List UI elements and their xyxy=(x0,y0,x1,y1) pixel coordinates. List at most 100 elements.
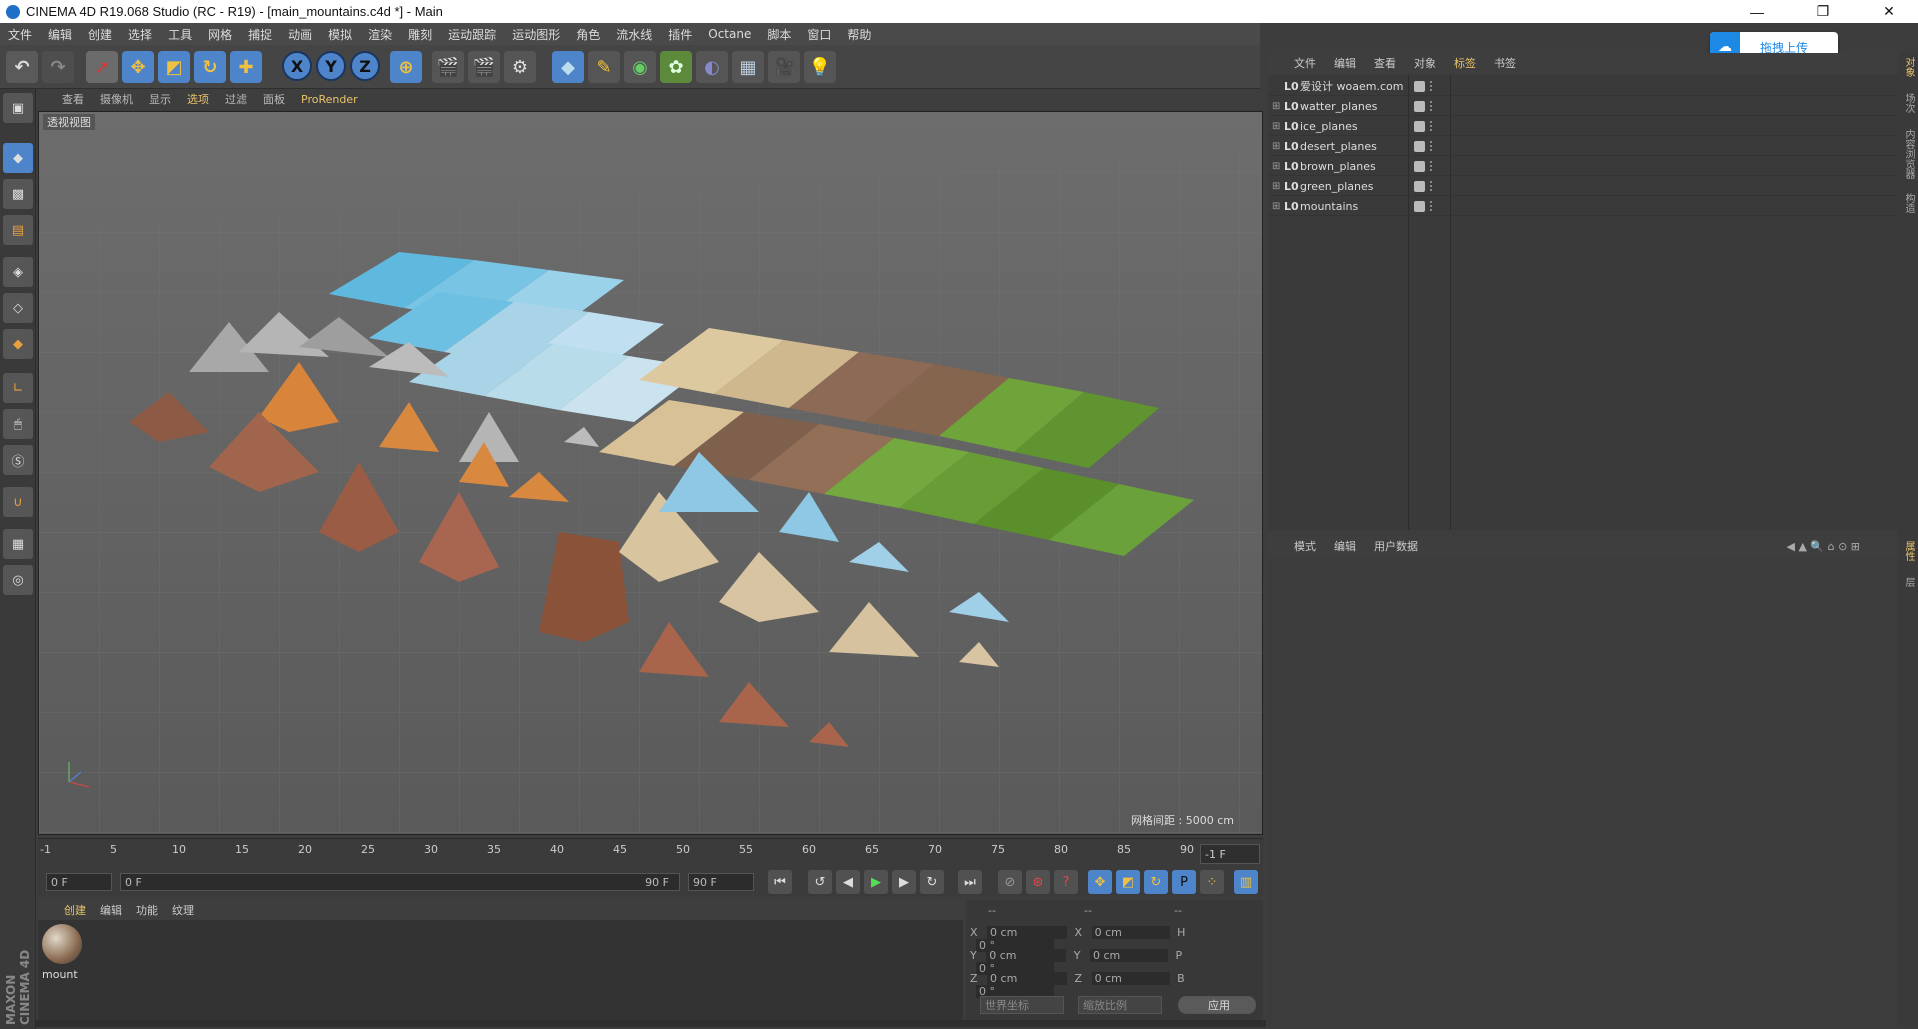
menu-script[interactable]: 脚本 xyxy=(767,26,791,43)
menu-snap[interactable]: 捕捉 xyxy=(248,26,272,43)
visibility-check-icon[interactable] xyxy=(1414,120,1425,132)
select-arrow-icon[interactable]: ➚ xyxy=(86,51,118,83)
z-axis-button[interactable]: Z xyxy=(350,51,380,81)
keyframe-selection-icon[interactable]: ? xyxy=(1054,870,1078,894)
visibility-check-icon[interactable] xyxy=(1414,160,1425,172)
object-row[interactable]: ⊞ L0 ice_planes xyxy=(1268,117,1898,136)
expand-icon[interactable]: ⊞ xyxy=(1272,181,1284,192)
object-row[interactable]: ⊞ L0 green_planes xyxy=(1268,177,1898,196)
close-button[interactable]: ✕ xyxy=(1866,0,1912,23)
vp-menu-cameras[interactable]: 摄像机 xyxy=(100,91,133,107)
pos-y-input[interactable]: 0 cm xyxy=(986,949,1067,962)
render-view-icon[interactable]: 🎬 xyxy=(432,51,464,83)
world-coords-dropdown[interactable]: 世界坐标 xyxy=(980,996,1064,1014)
make-editable-icon[interactable]: ▣ xyxy=(3,93,33,123)
floor-icon[interactable]: ▦ xyxy=(732,51,764,83)
planar-workplane-icon[interactable]: ◎ xyxy=(3,565,33,595)
key-scale-icon[interactable]: ◩ xyxy=(1116,870,1140,894)
polygons-mode-icon[interactable]: ◆ xyxy=(3,329,33,359)
tab-content-browser[interactable]: 内容浏览器 xyxy=(1900,129,1916,179)
x-axis-button[interactable]: X xyxy=(282,51,312,81)
subdivision-icon[interactable]: ◉ xyxy=(624,51,656,83)
object-row[interactable]: ⊞ L0 watter_planes xyxy=(1268,97,1898,116)
tweak-mode-icon[interactable]: 🖱 xyxy=(3,409,33,439)
mat-menu-edit[interactable]: 编辑 xyxy=(100,902,122,918)
timeline-ruler[interactable]: -1 5 10 15 20 25 30 35 40 45 50 55 60 65… xyxy=(38,838,1263,868)
camera-icon[interactable]: 🎥 xyxy=(768,51,800,83)
cloner-icon[interactable]: ✿ xyxy=(660,51,692,83)
rotate-icon[interactable]: ↻ xyxy=(194,51,226,83)
attr-menu-edit[interactable]: 编辑 xyxy=(1334,538,1356,554)
vp-menu-prorender[interactable]: ProRender xyxy=(301,93,358,106)
menu-tools[interactable]: 工具 xyxy=(168,26,192,43)
deformer-icon[interactable]: ◐ xyxy=(696,51,728,83)
visibility-check-icon[interactable] xyxy=(1414,80,1425,92)
attr-menu-mode[interactable]: 模式 xyxy=(1294,538,1316,554)
obj-menu-tags[interactable]: 标签 xyxy=(1454,55,1476,71)
menu-render[interactable]: 渲染 xyxy=(368,26,392,43)
visibility-check-icon[interactable] xyxy=(1414,200,1425,212)
vp-menu-filter[interactable]: 过滤 xyxy=(225,91,247,107)
expand-icon[interactable]: ⊞ xyxy=(1272,121,1284,132)
apply-button[interactable]: 应用 xyxy=(1178,996,1256,1014)
expand-icon[interactable]: ⊞ xyxy=(1272,141,1284,152)
tab-takes[interactable]: 场次 xyxy=(1900,93,1916,113)
layer-dots-icon[interactable] xyxy=(1430,81,1434,91)
record-keys-icon[interactable]: ⊘ xyxy=(998,870,1022,894)
pos-x-input[interactable]: 0 cm xyxy=(987,926,1068,939)
menu-sculpt[interactable]: 雕刻 xyxy=(408,26,432,43)
menu-select[interactable]: 选择 xyxy=(128,26,152,43)
visibility-check-icon[interactable] xyxy=(1414,180,1425,192)
tab-layers[interactable]: 层 xyxy=(1900,577,1916,587)
vp-menu-view[interactable]: 查看 xyxy=(62,91,84,107)
menu-mograph[interactable]: 运动图形 xyxy=(512,26,560,43)
axis-mode-icon[interactable]: ∟ xyxy=(3,373,33,403)
object-row[interactable]: ⊞ L0 desert_planes xyxy=(1268,137,1898,156)
perspective-viewport[interactable]: 透视视图 网格间距 : 5000 cm xyxy=(38,111,1263,835)
scale-icon[interactable]: ◩ xyxy=(158,51,190,83)
autokey-icon[interactable]: ⊛ xyxy=(1026,870,1050,894)
menu-simulate[interactable]: 模拟 xyxy=(328,26,352,43)
model-mode-icon[interactable]: ◆ xyxy=(3,143,33,173)
pos-z-input[interactable]: 0 cm xyxy=(987,972,1068,985)
key-rotation-icon[interactable]: ↻ xyxy=(1144,870,1168,894)
mat-menu-texture[interactable]: 纹理 xyxy=(172,902,194,918)
goto-start-icon[interactable]: ⏮ xyxy=(768,870,792,894)
key-parameter-icon[interactable]: P xyxy=(1172,870,1196,894)
layer-dots-icon[interactable] xyxy=(1430,121,1434,131)
menu-animate[interactable]: 动画 xyxy=(288,26,312,43)
object-row[interactable]: ⊞ L0 brown_planes xyxy=(1268,157,1898,176)
lock-workplane-icon[interactable]: ▦ xyxy=(3,529,33,559)
tab-objects[interactable]: 对象 xyxy=(1900,57,1916,77)
pen-icon[interactable]: ✎ xyxy=(588,51,620,83)
expand-icon[interactable]: ⊞ xyxy=(1272,101,1284,112)
menu-character[interactable]: 角色 xyxy=(576,26,600,43)
vp-menu-display[interactable]: 显示 xyxy=(149,91,171,107)
maximize-button[interactable]: ❐ xyxy=(1800,0,1846,23)
scale-mode-dropdown[interactable]: 缩放比例 xyxy=(1078,996,1162,1014)
material-thumbnail[interactable] xyxy=(42,924,82,964)
solo-icon[interactable]: Ⓢ xyxy=(3,445,33,475)
prev-key-icon[interactable]: ↺ xyxy=(808,870,832,894)
next-key-icon[interactable]: ↻ xyxy=(920,870,944,894)
size-z-input[interactable]: 0 cm xyxy=(1091,972,1170,985)
timeline-window-icon[interactable]: ▥ xyxy=(1234,870,1258,894)
menu-edit[interactable]: 编辑 xyxy=(48,26,72,43)
redo-icon[interactable]: ↷ xyxy=(42,51,74,83)
prev-frame-icon[interactable]: ◀ xyxy=(836,870,860,894)
texture-mode-icon[interactable]: ▩ xyxy=(3,179,33,209)
expand-icon[interactable]: ⊞ xyxy=(1272,201,1284,212)
obj-menu-edit[interactable]: 编辑 xyxy=(1334,55,1356,71)
obj-menu-view[interactable]: 查看 xyxy=(1374,55,1396,71)
visibility-check-icon[interactable] xyxy=(1414,140,1425,152)
tab-attributes[interactable]: 属性 xyxy=(1900,541,1916,561)
expand-icon[interactable]: ⊞ xyxy=(1272,161,1284,172)
obj-menu-objects[interactable]: 对象 xyxy=(1414,55,1436,71)
vp-menu-panel[interactable]: 面板 xyxy=(263,91,285,107)
menu-octane[interactable]: Octane xyxy=(708,27,751,41)
move-icon[interactable]: ✥ xyxy=(122,51,154,83)
coordinate-system-icon[interactable]: ⊕ xyxy=(390,51,422,83)
object-row[interactable]: ⊞ L0 mountains xyxy=(1268,197,1898,216)
light-icon[interactable]: 💡 xyxy=(804,51,836,83)
goto-end-icon[interactable]: ⏭ xyxy=(958,870,982,894)
